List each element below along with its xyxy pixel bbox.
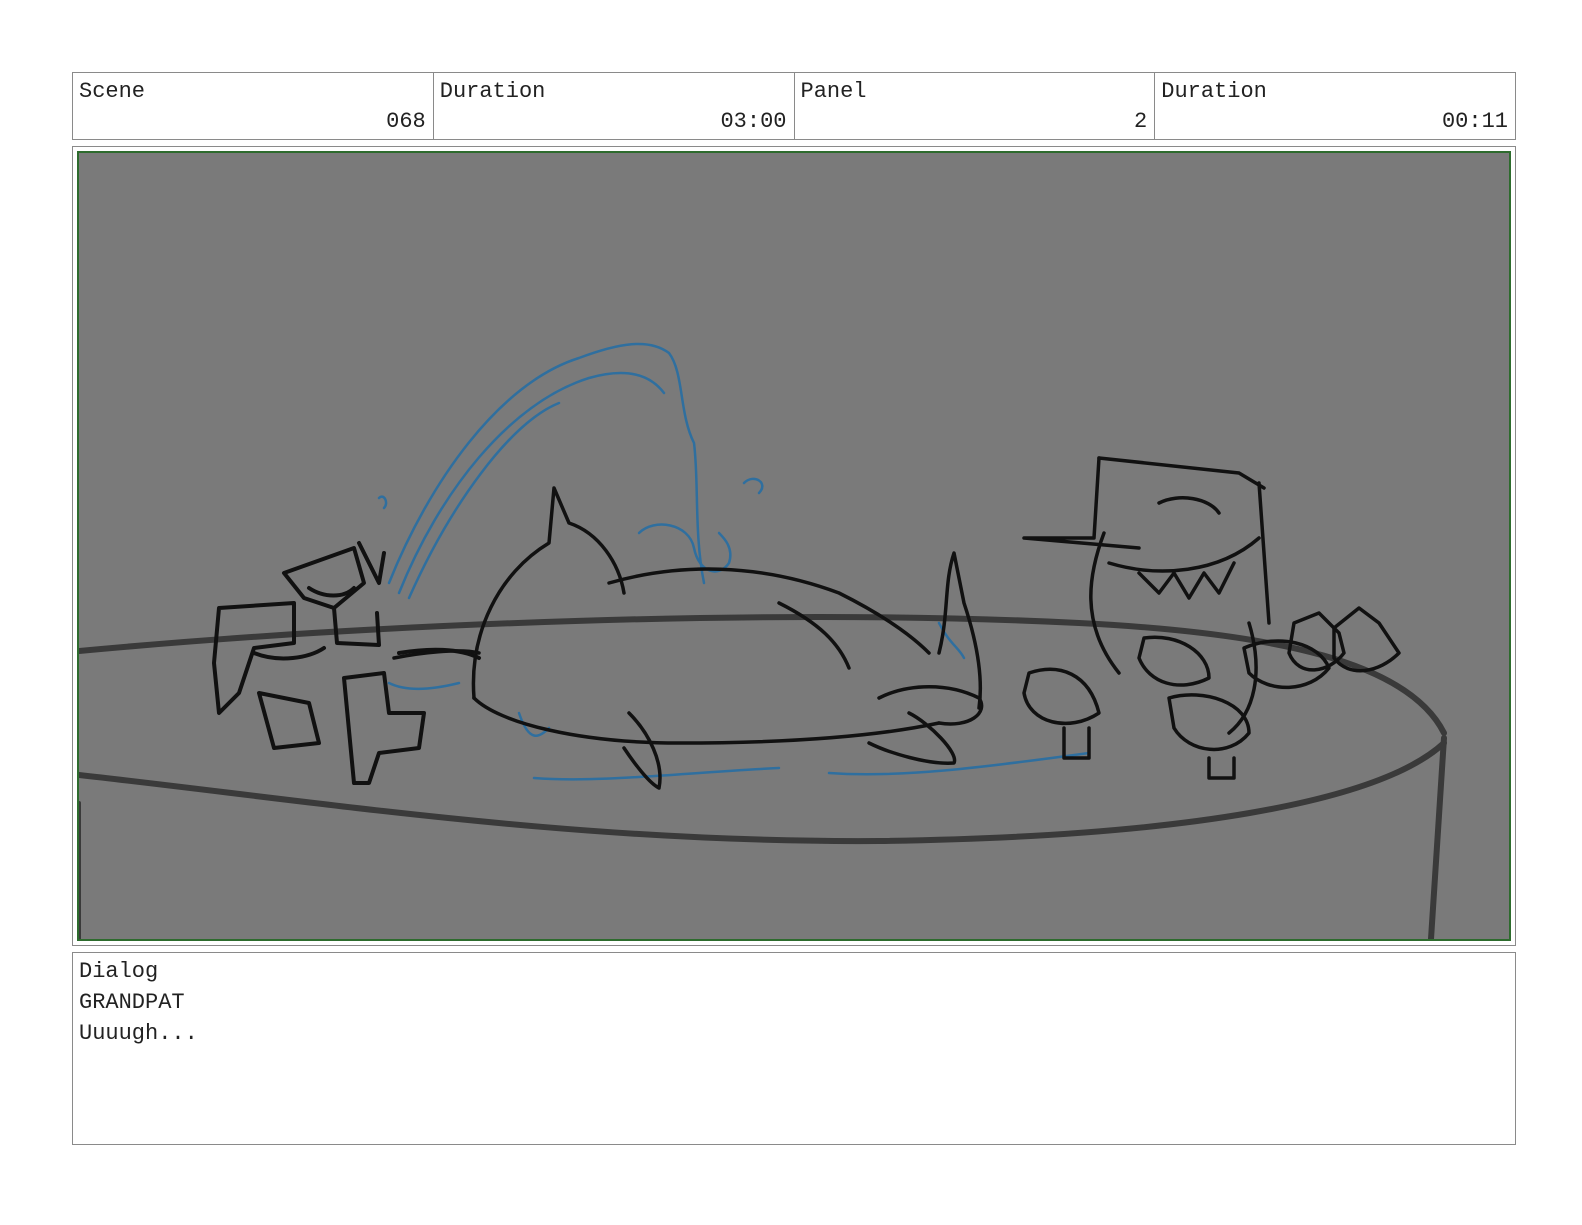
dialog-text: Uuuugh... bbox=[79, 1021, 198, 1046]
panel-number: 2 bbox=[1134, 109, 1148, 134]
scene-duration-cell: Duration 03:00 bbox=[434, 73, 795, 139]
right-character bbox=[1022, 456, 1401, 780]
scene-duration-label: Duration bbox=[439, 79, 546, 104]
panel-label: Panel bbox=[800, 79, 867, 104]
center-character bbox=[392, 486, 984, 790]
dialog-character: GRANDPAT bbox=[79, 990, 185, 1015]
dialog-box: Dialog GRANDPAT Uuuugh... bbox=[72, 952, 1516, 1145]
storyboard-header: Scene 068 Duration 03:00 Panel 2 Duratio… bbox=[72, 72, 1516, 140]
left-character bbox=[212, 541, 481, 785]
dialog-label: Dialog bbox=[79, 959, 159, 984]
scene-label: Scene bbox=[79, 79, 146, 104]
scene-number: 068 bbox=[386, 109, 426, 134]
panel-duration-label: Duration bbox=[1161, 79, 1267, 104]
panel-cell: Panel 2 bbox=[795, 73, 1156, 139]
water-splash bbox=[377, 342, 1091, 781]
panel-duration-value: 00:11 bbox=[1441, 109, 1508, 134]
panel-drawing bbox=[77, 151, 1511, 941]
panel-duration-cell: Duration 00:11 bbox=[1155, 73, 1515, 139]
sketch-illustration bbox=[79, 342, 1447, 939]
scene-cell: Scene 068 bbox=[73, 73, 434, 139]
scene-duration-value: 03:00 bbox=[720, 109, 787, 134]
panel-frame bbox=[72, 146, 1516, 946]
table-outline bbox=[79, 614, 1447, 939]
